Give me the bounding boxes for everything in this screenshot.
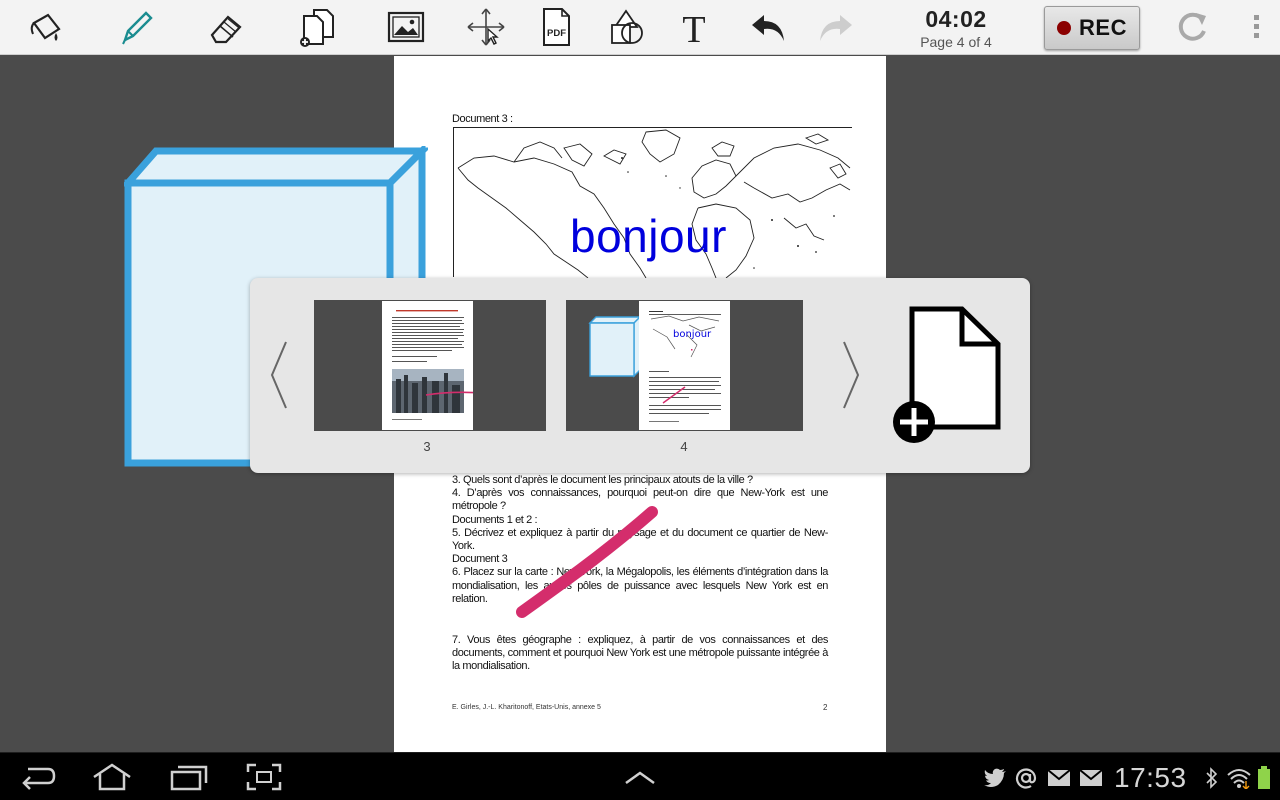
text-icon: T <box>682 9 705 47</box>
thumbnail-page-preview <box>382 301 483 430</box>
page-thumbnail-strip: bonjour 3 4 <box>250 278 1030 473</box>
gmail-icon <box>1046 767 1072 789</box>
plus-circle-icon <box>893 401 935 443</box>
undo-button[interactable] <box>742 4 794 50</box>
pen-stroke-annotation[interactable] <box>510 500 670 625</box>
thumbnail-page-preview: bonjour <box>639 301 730 430</box>
record-dot-icon <box>1057 21 1072 35</box>
thumbnail-page-number: 3 <box>423 439 431 454</box>
pdf-icon: PDF <box>543 8 570 46</box>
thumbnail-page-content: bonjour <box>649 311 721 422</box>
question-7: 7. Vous êtes géographe : expliquez, à pa… <box>452 634 828 673</box>
redo-icon <box>820 15 852 41</box>
recent-apps-icon <box>170 765 208 791</box>
document-heading: Document 3 : <box>452 113 513 125</box>
refresh-icon <box>1178 12 1206 41</box>
thumbnail-cube-shape <box>588 316 642 378</box>
record-button[interactable]: REC <box>1044 6 1140 50</box>
home-icon <box>93 763 131 791</box>
shapes-icon <box>611 9 643 44</box>
thumbnail-page-number: 4 <box>680 439 688 454</box>
chevron-up-icon <box>625 771 655 785</box>
timer-value: 04:02 <box>925 6 987 32</box>
screenshot-icon <box>246 763 282 791</box>
svg-text:PDF: PDF <box>547 28 566 39</box>
chevron-right-icon[interactable] <box>840 340 864 410</box>
pen-icon <box>122 11 153 45</box>
handwritten-text-annotation[interactable]: bonjour <box>570 210 727 262</box>
chevron-left-icon[interactable] <box>266 340 290 410</box>
status-clock: 17:53 <box>1114 762 1187 793</box>
pdf-tool[interactable]: PDF <box>530 4 582 50</box>
app-drawer-button[interactable] <box>618 761 662 793</box>
refresh-button[interactable] <box>1166 4 1218 50</box>
home-button[interactable] <box>90 761 134 793</box>
battery-icon <box>1256 766 1272 789</box>
image-tool[interactable] <box>380 4 432 50</box>
back-arrow-icon <box>22 767 56 790</box>
email-icon <box>1078 767 1104 789</box>
session-timer: 04:02 Page 4 of 4 <box>900 4 1012 50</box>
image-icon <box>387 11 425 43</box>
thumbnail-annotation-text: bonjour <box>673 329 712 340</box>
more-vertical-icon <box>1254 15 1259 38</box>
pen-tool[interactable] <box>110 4 162 50</box>
move-arrows-icon <box>467 8 505 46</box>
text-tool[interactable]: T <box>668 4 720 50</box>
page-thumbnail-3[interactable] <box>314 300 546 431</box>
page-thumbnail-4[interactable]: bonjour <box>566 300 803 431</box>
page-indicator: Page 4 of 4 <box>920 34 992 50</box>
move-tool[interactable] <box>460 4 512 50</box>
system-navigation-bar: 17:53 <box>0 752 1280 800</box>
question-3: 3. Quels sont d’après le document les pr… <box>452 474 753 486</box>
paint-bucket-icon <box>30 13 61 41</box>
add-page-tool[interactable] <box>290 4 342 50</box>
eraser-tool[interactable] <box>200 4 252 50</box>
document-page-number: 2 <box>823 703 828 712</box>
document-footer-source: E. Girles, J.-L. Kharitonoff, Etats-Unis… <box>452 704 601 711</box>
twitter-icon <box>982 767 1008 789</box>
toolbar: PDF T 04:02 Page 4 of 4 REC <box>0 0 1280 55</box>
bluetooth-icon <box>1204 767 1220 789</box>
add-new-page-button[interactable] <box>892 306 1004 446</box>
duplicate-page-icon <box>300 9 334 47</box>
svg-text:T: T <box>682 9 705 47</box>
thumbnail-page-content <box>392 310 483 420</box>
back-button[interactable] <box>16 761 60 793</box>
recent-apps-button[interactable] <box>166 761 210 793</box>
screenshot-button[interactable] <box>242 761 286 793</box>
record-label: REC <box>1079 15 1127 40</box>
undo-icon <box>752 15 784 41</box>
eraser-icon <box>210 15 242 44</box>
redo-button[interactable] <box>810 4 862 50</box>
overflow-menu-button[interactable] <box>1232 4 1280 50</box>
shapes-tool[interactable] <box>600 4 652 50</box>
paint-bucket-tool[interactable] <box>20 4 72 50</box>
wifi-icon <box>1226 767 1252 789</box>
at-sign-icon <box>1014 767 1038 789</box>
